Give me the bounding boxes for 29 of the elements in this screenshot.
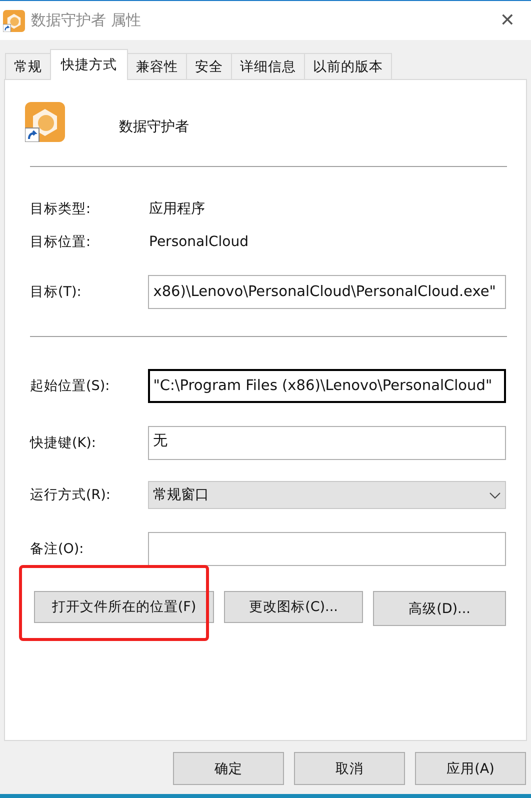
tab[interactable]: 快捷方式 [50,49,128,80]
field-label: 起始位置(S): [30,377,111,395]
field-label: 备注(O): [30,540,85,558]
field-value: PersonalCloud [149,234,249,250]
app-shortcut-icon [3,10,25,32]
input-field[interactable]: "C:\Program Files (x86)\Lenovo\PersonalCloud" [148,369,506,403]
action-button[interactable]: 高级(D)... [373,591,506,626]
run-mode-dropdown[interactable]: 常规窗口 [148,481,506,509]
chevron-down-icon [489,492,501,498]
tab[interactable]: 以前的版本 [304,53,392,79]
tab[interactable]: 常规 [5,53,51,79]
field-label: 快捷键(K): [30,434,97,452]
field-label: 运行方式(R): [30,486,112,504]
target-field[interactable]: x86)\Lenovo\PersonalCloud\PersonalCloud.exe" [148,275,506,309]
field-label: 目标类型: [30,200,92,218]
app-shortcut-icon [25,102,65,142]
action-button[interactable]: 更改图标(C)... [224,591,363,623]
field-label: 目标(T): [30,283,82,301]
dialog-button[interactable]: 确定 [173,752,284,785]
input-field[interactable]: 无 [148,426,506,460]
close-icon[interactable]: ✕ [494,10,521,31]
field-label: 目标位置: [30,233,92,251]
input-field[interactable] [148,532,506,566]
shortcut-name: 数据守护者 [119,118,189,136]
dialog-button[interactable]: 应用(A) [415,752,526,785]
field-value: 应用程序 [149,200,205,218]
window-title: 数据守护者 属性 [31,11,142,30]
dialog-button[interactable]: 取消 [294,752,405,785]
action-button[interactable]: 打开文件所在的位置(F) [34,591,214,623]
